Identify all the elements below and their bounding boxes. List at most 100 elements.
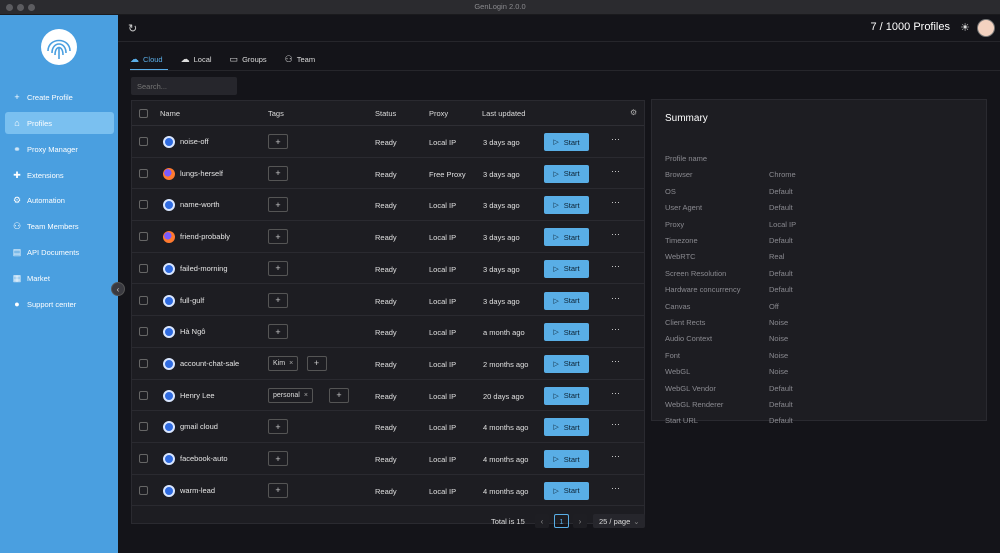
row-checkbox[interactable]	[139, 390, 148, 400]
app-window: GenLogin 2.0.0 + Create Profile ⌂ Profiles ⚭…	[0, 0, 1000, 553]
refresh-icon[interactable]: ↻	[128, 22, 137, 35]
row-checkbox[interactable]	[139, 137, 148, 146]
more-options-icon[interactable]: ···	[611, 388, 620, 398]
add-tag-button[interactable]: +	[329, 387, 349, 403]
add-tag-button[interactable]: +	[268, 292, 288, 308]
start-button[interactable]: ▷ Start	[544, 164, 589, 183]
start-button[interactable]: ▷ Start	[544, 418, 589, 437]
profile-name[interactable]: warm-lead	[180, 486, 215, 495]
tab-cloud[interactable]: ☁ Cloud	[130, 52, 163, 66]
row-checkbox[interactable]	[139, 454, 148, 463]
profile-name[interactable]: noise-off	[180, 137, 209, 146]
profile-name[interactable]: failed-morning	[180, 264, 228, 273]
row-checkbox[interactable]	[139, 232, 148, 242]
add-tag-button[interactable]: +	[268, 260, 288, 276]
chrome-icon	[163, 326, 175, 339]
profile-name[interactable]: name-worth	[180, 200, 220, 209]
start-button[interactable]: ▷ Start	[544, 323, 589, 342]
more-options-icon[interactable]: ···	[611, 356, 620, 366]
profile-name[interactable]: gmail cloud	[180, 422, 218, 431]
profile-name[interactable]: facebook-auto	[180, 454, 228, 463]
add-tag-button[interactable]: +	[268, 229, 288, 245]
page-size-select[interactable]: 25 / page ⌄	[593, 514, 645, 528]
row-checkbox[interactable]	[139, 168, 148, 178]
last-updated-text: 4 months ago	[483, 455, 529, 464]
sidebar-item-create-profile[interactable]: + Create Profile	[5, 86, 114, 108]
more-options-icon[interactable]: ···	[611, 197, 620, 207]
tag-label: Kim	[273, 359, 286, 367]
more-options-icon[interactable]: ···	[611, 483, 620, 493]
start-button[interactable]: ▷ Start	[544, 354, 589, 373]
collapse-sidebar-button[interactable]: ‹	[111, 282, 125, 296]
sidebar-item-extensions[interactable]: ✚ Extensions	[5, 164, 114, 186]
add-tag-button[interactable]: +	[306, 355, 327, 371]
column-header-name[interactable]: Name	[160, 109, 180, 118]
tab-local[interactable]: ☁ Local	[181, 52, 212, 66]
sidebar-item-support-center[interactable]: ● Support center	[5, 293, 114, 315]
column-header-last-updated[interactable]: Last updated	[482, 109, 525, 118]
row-checkbox[interactable]	[139, 358, 148, 368]
search-input[interactable]	[131, 77, 237, 95]
more-options-icon[interactable]: ···	[611, 419, 620, 429]
row-checkbox[interactable]	[139, 327, 148, 337]
start-button[interactable]: ▷ Start	[544, 259, 589, 278]
add-tag-button[interactable]: +	[268, 451, 288, 466]
more-options-icon[interactable]: ···	[611, 451, 620, 461]
sidebar-item-proxy-manager[interactable]: ⚭ Proxy Manager	[5, 138, 114, 160]
column-settings-icon[interactable]: ⚙	[630, 108, 637, 117]
add-tag-button[interactable]: +	[268, 324, 288, 340]
profile-name[interactable]: lungs-herself	[180, 169, 223, 178]
more-options-icon[interactable]: ···	[611, 166, 620, 176]
start-button[interactable]: ▷ Start	[544, 450, 589, 468]
theme-toggle-icon[interactable]: ☀	[960, 21, 970, 34]
more-options-icon[interactable]: ···	[611, 261, 620, 271]
tab-team[interactable]: ⚇ Team	[285, 52, 315, 66]
profile-name[interactable]: Hà Ngô	[180, 327, 205, 336]
add-tag-button[interactable]: +	[268, 165, 288, 181]
row-checkbox[interactable]	[139, 485, 148, 495]
profile-name[interactable]: Henry Lee	[180, 391, 215, 400]
table-row: name-worth + Ready Local IP 3 days ago ▷ Start…	[132, 189, 644, 222]
row-checkbox[interactable]	[139, 263, 148, 273]
more-options-icon[interactable]: ···	[611, 293, 620, 303]
add-tag-button[interactable]: +	[268, 134, 288, 149]
sidebar-item-automation[interactable]: ⚙ Automation	[5, 189, 114, 211]
prev-page-button[interactable]: ‹	[535, 514, 549, 528]
start-button[interactable]: ▷ Start	[544, 133, 589, 151]
summary-value: Default	[769, 416, 793, 426]
more-options-icon[interactable]: ···	[611, 229, 620, 239]
summary-value: Default	[769, 236, 793, 245]
page-number-button[interactable]: 1	[554, 514, 569, 528]
summary-key: Start URL	[665, 416, 698, 426]
profile-name[interactable]: full-gulf	[180, 296, 204, 305]
summary-value: Default	[769, 268, 793, 278]
sidebar-item-team-members[interactable]: ⚇ Team Members	[5, 215, 114, 237]
more-options-icon[interactable]: ···	[611, 134, 620, 144]
next-page-button[interactable]: ›	[573, 514, 587, 528]
summary-row: Canvas Off	[665, 302, 975, 314]
start-button[interactable]: ▷ Start	[544, 196, 589, 215]
tab-groups[interactable]: ▭ Groups	[230, 52, 267, 66]
sidebar-item-api-documents[interactable]: ▤ API Documents	[5, 241, 114, 263]
start-button[interactable]: ▷ Start	[544, 481, 589, 500]
add-tag-button[interactable]: +	[268, 197, 288, 213]
more-options-icon[interactable]: ···	[611, 324, 620, 334]
start-button[interactable]: ▷ Start	[544, 291, 589, 310]
row-checkbox[interactable]	[139, 200, 148, 210]
sidebar-item-profiles[interactable]: ⌂ Profiles	[5, 112, 114, 134]
last-updated-text: 2 months ago	[483, 359, 529, 369]
row-checkbox[interactable]	[139, 422, 148, 432]
add-tag-button[interactable]: +	[268, 419, 288, 435]
close-icon[interactable]: ×	[289, 360, 293, 367]
summary-row: User Agent Default	[665, 203, 975, 215]
start-button[interactable]: ▷ Start	[544, 386, 589, 405]
sidebar-item-market[interactable]: ▦ Market	[5, 267, 114, 289]
select-all-checkbox[interactable]	[139, 109, 148, 118]
profile-name[interactable]: account-chat-sale	[180, 359, 239, 368]
row-checkbox[interactable]	[139, 295, 148, 305]
start-button[interactable]: ▷ Start	[544, 228, 589, 247]
add-tag-button[interactable]: +	[268, 482, 288, 498]
avatar[interactable]	[977, 19, 995, 37]
profile-name[interactable]: friend-probably	[180, 232, 230, 241]
close-icon[interactable]: ×	[304, 392, 308, 399]
